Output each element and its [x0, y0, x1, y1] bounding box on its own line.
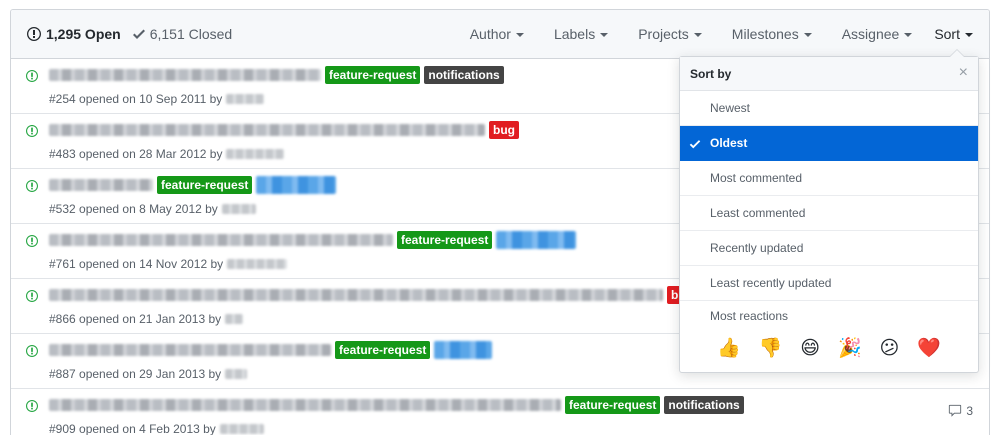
author-redacted[interactable]	[226, 149, 285, 159]
author-filter-label: Author	[469, 26, 511, 42]
heart-icon[interactable]: ❤️	[917, 338, 941, 360]
issue-opened-icon	[26, 125, 38, 137]
issue-meta: #761 opened on 14 Nov 2012 by	[49, 257, 224, 271]
open-count: 1,295 Open	[46, 26, 121, 42]
author-redacted[interactable]	[225, 369, 248, 379]
label-feature-request[interactable]: feature-request	[397, 231, 493, 249]
sort-option-label: Least commented	[710, 206, 806, 220]
issue-meta: #909 opened on 4 Feb 2013 by	[49, 422, 216, 435]
sort-dropdown: Sort by × Newest Oldest Most commented L…	[679, 49, 979, 373]
author-filter[interactable]: Author	[470, 26, 524, 42]
caret-down-icon	[803, 33, 812, 37]
label-bug[interactable]: bug	[489, 121, 519, 139]
issue-opened-icon	[26, 290, 38, 302]
check-icon	[689, 140, 701, 149]
labels-filter-label: Labels	[553, 26, 596, 42]
sort-option-label: Recently updated	[710, 241, 804, 255]
comment-count: 3	[966, 404, 973, 418]
issue-title-redacted[interactable]	[49, 399, 561, 411]
sort-option-newest[interactable]: Newest	[680, 91, 978, 126]
issue-opened-icon	[26, 180, 38, 192]
caret-down-icon	[693, 33, 702, 37]
issue-title-redacted[interactable]	[49, 179, 153, 191]
sort-option-least-recently-updated[interactable]: Least recently updated	[680, 266, 978, 301]
label-feature-request[interactable]: feature-request	[335, 341, 431, 359]
author-redacted[interactable]	[225, 314, 244, 324]
sort-option-recently-updated[interactable]: Recently updated	[680, 231, 978, 266]
caret-down-icon	[965, 33, 973, 37]
author-redacted[interactable]	[227, 259, 288, 269]
label-redacted[interactable]	[256, 176, 337, 194]
issues-list-header: 1,295 Open 6,151 Closed Author Labels Pr…	[11, 10, 989, 59]
issue-opened-icon	[26, 70, 38, 82]
assignee-filter-label: Assignee	[841, 26, 900, 42]
issue-title-redacted[interactable]	[49, 344, 331, 356]
comment-count-link[interactable]: 3	[948, 404, 973, 418]
sort-option-label: Most commented	[710, 171, 803, 185]
caret-down-icon	[515, 33, 524, 37]
thumbs-down-icon[interactable]: 👎	[759, 338, 783, 360]
sort-option-label: Oldest	[710, 136, 748, 150]
comment-icon	[949, 404, 962, 417]
confused-icon[interactable]: 😕	[880, 338, 900, 360]
label-feature-request[interactable]: feature-request	[157, 176, 253, 194]
sort-dropdown-header: Sort by ×	[680, 57, 978, 91]
issue-meta: #254 opened on 10 Sep 2011 by	[49, 92, 223, 106]
author-redacted[interactable]	[219, 424, 264, 434]
issue-meta: #887 opened on 29 Jan 2013 by	[49, 367, 222, 381]
issue-title-redacted[interactable]	[49, 124, 485, 136]
caret-down-icon	[904, 33, 913, 37]
closed-issues-tab[interactable]: 6,151 Closed	[132, 26, 233, 42]
milestones-filter[interactable]: Milestones	[732, 26, 812, 42]
hooray-icon[interactable]: 🎉	[838, 338, 862, 360]
thumbs-up-icon[interactable]: 👍	[717, 338, 741, 360]
labels-filter[interactable]: Labels	[553, 26, 609, 42]
issue-title-redacted[interactable]	[49, 69, 321, 81]
projects-filter[interactable]: Projects	[638, 26, 702, 42]
label-feature-request[interactable]: feature-request	[565, 396, 661, 414]
projects-filter-label: Projects	[638, 26, 689, 42]
sort-option-label: Least recently updated	[710, 276, 832, 290]
issue-opened-icon	[26, 345, 38, 357]
sort-dropdown-title: Sort by	[690, 66, 732, 81]
label-redacted[interactable]	[434, 341, 493, 359]
issue-opened-icon	[26, 400, 38, 412]
sort-option-label: Newest	[710, 101, 751, 115]
most-reactions-label: Most reactions	[710, 309, 789, 323]
closed-count: 6,151 Closed	[149, 26, 233, 42]
label-feature-request[interactable]: feature-request	[325, 66, 421, 84]
laugh-icon[interactable]: 😄	[800, 338, 820, 360]
sort-option-most-commented[interactable]: Most commented	[680, 161, 978, 196]
issue-title-redacted[interactable]	[49, 289, 663, 301]
assignee-filter[interactable]: Assignee	[842, 26, 913, 42]
label-notifications[interactable]: notifications	[424, 66, 504, 84]
issue-meta: #532 opened on 8 May 2012 by	[49, 202, 218, 216]
author-redacted[interactable]	[226, 94, 265, 104]
filter-bar: Author Labels Projects Milestones Assign…	[440, 26, 973, 42]
issue-opened-icon	[26, 235, 38, 247]
author-redacted[interactable]	[221, 204, 256, 214]
sort-option-oldest[interactable]: Oldest	[680, 126, 978, 161]
open-issues-tab[interactable]: 1,295 Open	[27, 26, 121, 42]
milestones-filter-label: Milestones	[731, 26, 799, 42]
sort-filter[interactable]: Sort	[934, 26, 973, 42]
sort-option-least-commented[interactable]: Least commented	[680, 196, 978, 231]
issue-meta: #866 opened on 21 Jan 2013 by	[49, 312, 222, 326]
issue-opened-icon	[27, 27, 41, 41]
issue-meta: #483 opened on 28 Mar 2012 by	[49, 147, 223, 161]
sort-filter-label: Sort	[934, 26, 960, 42]
reaction-sort-options: 👍 👎 😄 🎉 😕 ❤️	[680, 331, 978, 367]
issue-row[interactable]: feature-request notifications #909 opene…	[11, 389, 989, 435]
check-icon	[132, 29, 145, 39]
close-icon[interactable]: ×	[959, 65, 968, 81]
label-notifications[interactable]: notifications	[664, 396, 744, 414]
issue-title-redacted[interactable]	[49, 234, 393, 246]
label-redacted[interactable]	[496, 231, 577, 249]
caret-down-icon	[600, 33, 609, 37]
